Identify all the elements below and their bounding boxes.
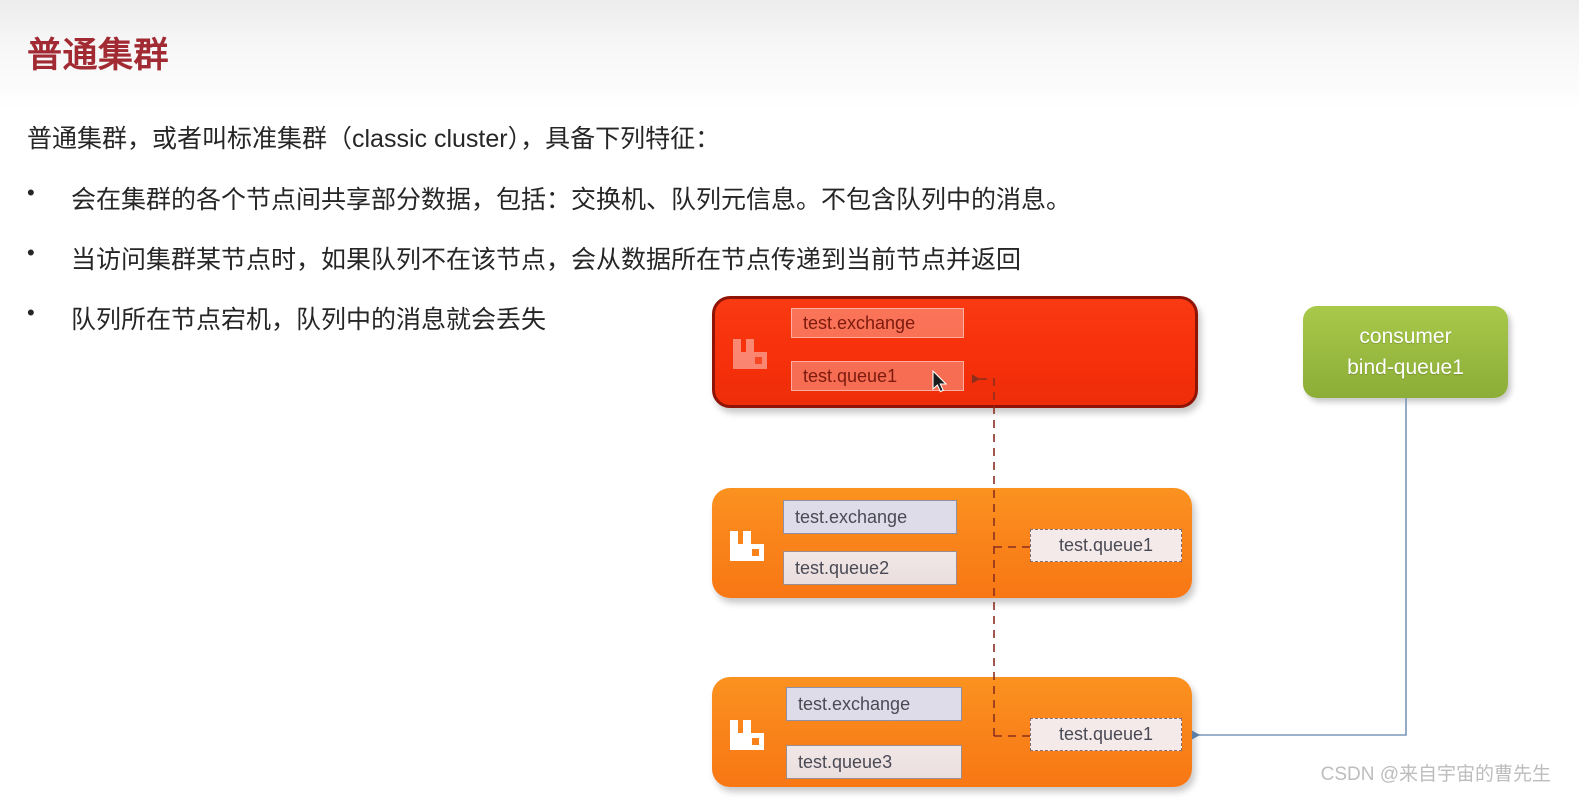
remote-queue-chip-orange-2-label: test.queue1 xyxy=(1058,724,1154,744)
exchange-chip-red-label: test.exchange xyxy=(803,312,916,333)
remote-queue-chip-orange-1[interactable]: test.queue1 xyxy=(1030,529,1182,562)
exchange-chip-orange-2[interactable]: test.exchange xyxy=(786,687,962,721)
node-orange-2[interactable]: test.exchange test.queue3 test.queue1 xyxy=(712,677,1192,787)
queue-chip-red-label: test.queue1 xyxy=(803,365,898,386)
exchange-chip-orange-1[interactable]: test.exchange xyxy=(783,500,957,534)
node-orange-1[interactable]: test.exchange test.queue2 test.queue1 xyxy=(712,488,1192,598)
rabbitmq-logo-icon xyxy=(730,531,764,561)
rabbitmq-logo-icon xyxy=(733,339,767,369)
queue-chip-orange-2[interactable]: test.queue3 xyxy=(786,745,962,779)
consumer-connection-line xyxy=(1192,398,1407,740)
mouse-pointer-icon xyxy=(932,370,948,393)
watermark: CSDN @来自宇宙的曹先生 xyxy=(1320,764,1551,785)
exchange-chip-red[interactable]: test.exchange xyxy=(791,308,964,338)
remote-queue-chip-orange-1-label: test.queue1 xyxy=(1058,535,1154,555)
rabbitmq-logo-icon xyxy=(730,720,764,750)
exchange-chip-orange-1-label: test.exchange xyxy=(795,506,908,527)
remote-queue-chip-orange-2[interactable]: test.queue1 xyxy=(1030,718,1182,751)
queue-chip-orange-2-label: test.queue3 xyxy=(798,751,893,772)
exchange-chip-orange-2-label: test.exchange xyxy=(798,693,911,714)
node-red[interactable]: test.exchange test.queue1 xyxy=(712,296,1198,408)
cluster-diagram: test.exchange test.queue1 test.exchange … xyxy=(0,0,1579,798)
queue-chip-orange-1-label: test.queue2 xyxy=(795,557,890,578)
consumer-node[interactable]: consumer bind-queue1 xyxy=(1303,306,1508,398)
queue-chip-orange-1[interactable]: test.queue2 xyxy=(783,551,957,585)
consumer-line-1: consumer xyxy=(1359,325,1452,348)
consumer-line-2: bind-queue1 xyxy=(1347,356,1464,379)
